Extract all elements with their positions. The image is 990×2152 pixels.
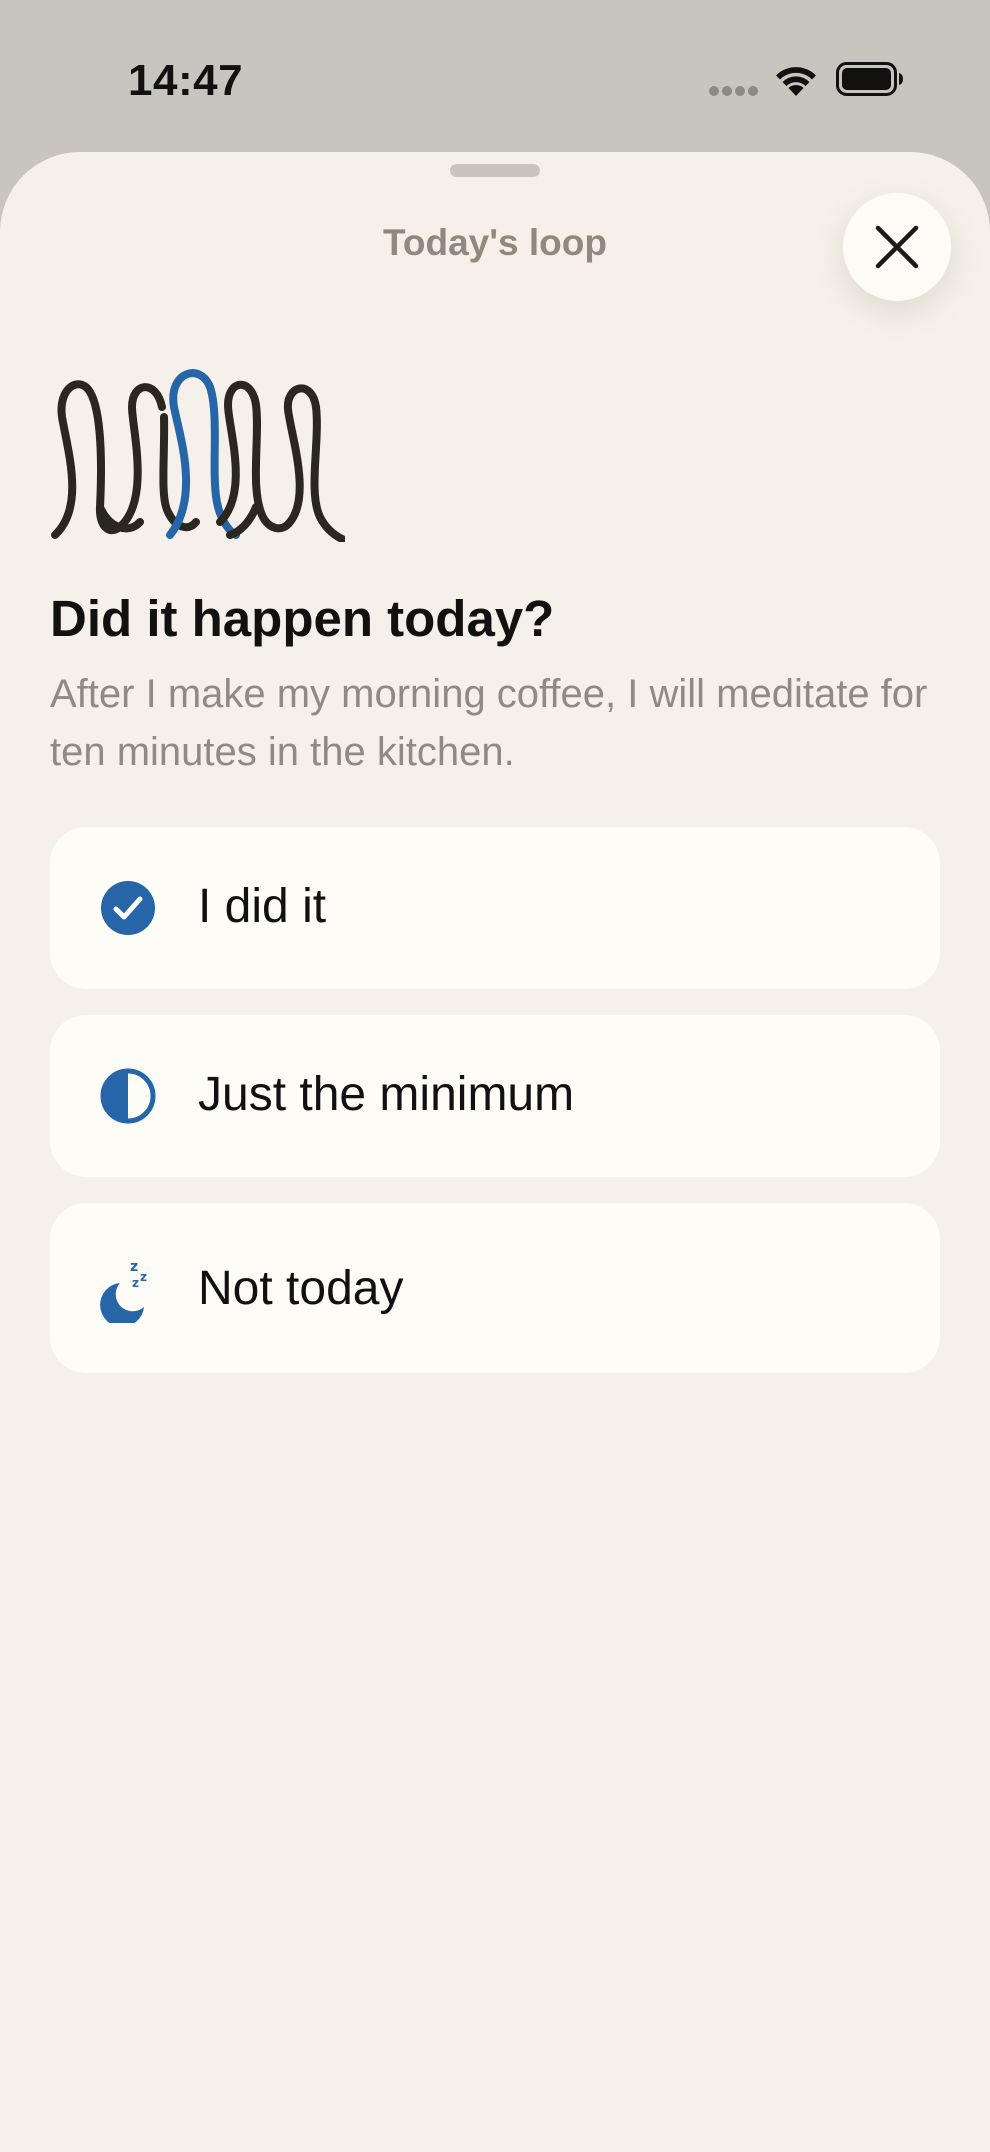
sheet-title: Today's loop bbox=[383, 222, 607, 263]
option-just-minimum[interactable]: Just the minimum bbox=[50, 1015, 940, 1177]
option-label: Not today bbox=[198, 1262, 404, 1315]
moon-sleep-icon: z z z bbox=[100, 1259, 147, 1323]
close-button[interactable] bbox=[843, 193, 951, 301]
battery-icon bbox=[836, 62, 903, 96]
sheet-grabber[interactable] bbox=[450, 164, 540, 177]
check-circle-icon bbox=[101, 881, 155, 935]
loop-illustration bbox=[51, 369, 345, 542]
option-did-it[interactable]: I did it bbox=[50, 827, 940, 989]
half-circle-icon bbox=[100, 1068, 156, 1124]
question-heading: Did it happen today? bbox=[50, 590, 555, 647]
svg-text:z: z bbox=[130, 1259, 138, 1275]
svg-text:z: z bbox=[132, 1276, 139, 1290]
status-time: 14:47 bbox=[128, 56, 244, 105]
bottom-sheet: Today's loop Did it happen today? After … bbox=[0, 152, 990, 2152]
signal-dots-icon bbox=[709, 86, 758, 96]
habit-description: After I make my morning coffee, I will m… bbox=[50, 672, 928, 774]
option-label: Just the minimum bbox=[198, 1068, 575, 1121]
option-label: I did it bbox=[198, 880, 327, 933]
svg-text:z: z bbox=[140, 1270, 147, 1284]
close-icon bbox=[875, 225, 919, 269]
option-not-today[interactable]: z z z Not today bbox=[50, 1203, 940, 1373]
status-bar: 14:47 bbox=[0, 0, 990, 152]
wifi-icon bbox=[776, 67, 816, 96]
